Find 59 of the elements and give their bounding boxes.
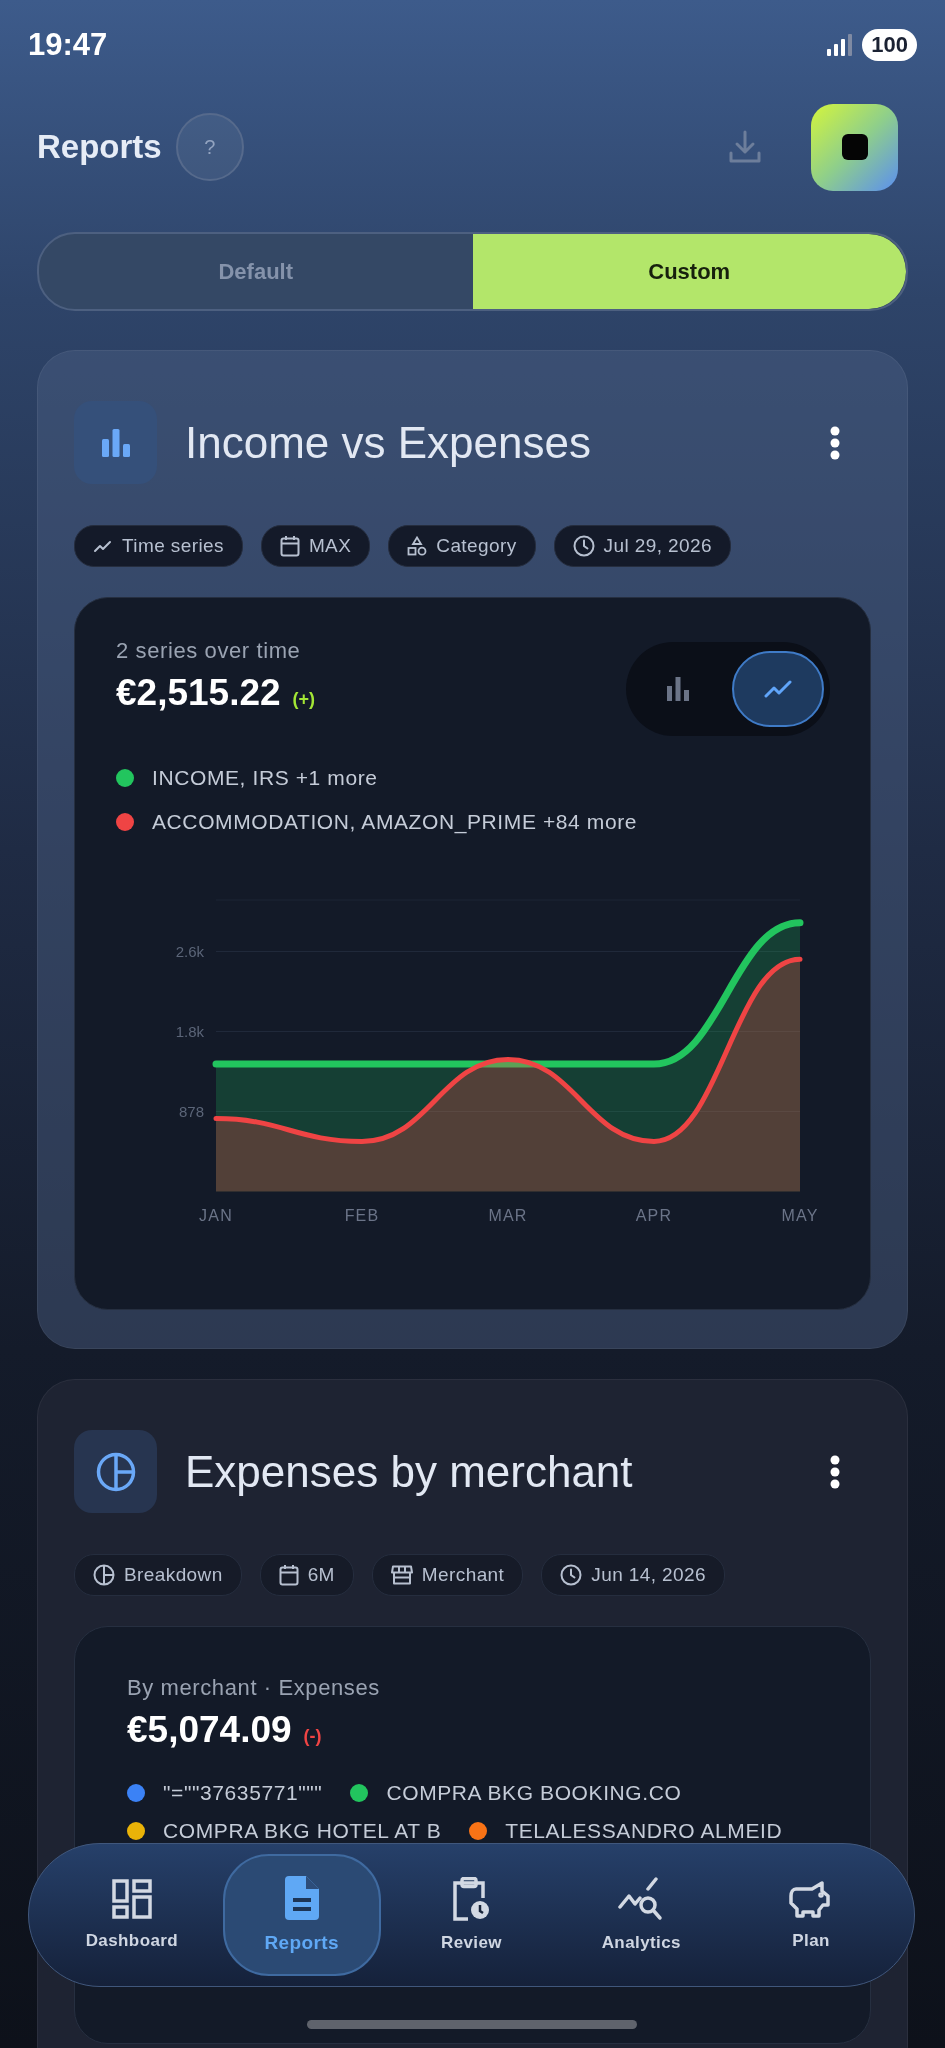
x-axis-label: MAR (488, 1207, 528, 1224)
y-axis-label: 2.6k (175, 942, 204, 960)
x-axis-label: MAY (781, 1207, 819, 1224)
filter-chip[interactable]: Merchant (371, 1554, 524, 1596)
panel-subtitle: 2 series over time (116, 638, 302, 664)
filter-chip[interactable]: 6M (259, 1554, 354, 1596)
legend-label: COMPRA BKG HOTEL AT B (163, 1819, 442, 1843)
line-chart-icon (764, 680, 792, 698)
dashboard-icon (111, 1879, 152, 1919)
bar-chart-icon (666, 677, 690, 701)
status-time: 19:47 (28, 27, 108, 63)
nav-tab[interactable]: Plan (732, 1854, 891, 1976)
battery-level: 100 (862, 29, 917, 61)
card-title: Income vs Expenses (185, 417, 592, 468)
x-axis-label: FEB (344, 1207, 380, 1224)
y-axis-label: 1.8k (175, 1022, 204, 1040)
panel-subtitle: By merchant · Expenses (127, 1675, 380, 1701)
x-axis-label: JAN (199, 1207, 233, 1224)
segment-tab[interactable]: Custom (472, 234, 906, 309)
app-icon[interactable] (811, 103, 898, 191)
filter-chip[interactable]: Time series (74, 525, 243, 567)
legend-label: COMPRA BKG BOOKING.CO (386, 1781, 682, 1805)
more-options-icon[interactable] (829, 1454, 841, 1489)
analytics-icon (618, 1877, 665, 1921)
document-icon (284, 1876, 319, 1920)
more-options-icon[interactable] (829, 425, 841, 460)
legend-label: "=""37635771""" (163, 1781, 323, 1805)
calendar-icon (278, 1564, 299, 1586)
clock-icon (560, 1564, 583, 1586)
change-indicator: (-) (303, 1726, 322, 1747)
store-icon (390, 1565, 413, 1585)
total-amount: €5,074.09 (127, 1709, 292, 1751)
filter-chip[interactable]: Breakdown (74, 1554, 242, 1596)
x-axis-label: APR (635, 1207, 673, 1224)
y-axis-label: 878 (178, 1102, 204, 1120)
total-amount: €2,515.22 (116, 672, 281, 714)
bar-chart-icon (100, 428, 131, 457)
filter-chip[interactable]: MAX (260, 525, 371, 567)
signal-icon (826, 33, 853, 57)
filter-chip[interactable]: Jul 29, 2026 (553, 525, 731, 567)
legend-label: TELALESSANDRO ALMEID (505, 1819, 783, 1843)
nav-tab[interactable]: Reports (222, 1854, 381, 1976)
filter-chip[interactable]: Category (388, 525, 536, 567)
legend-label: INCOME, IRS +1 more (152, 766, 378, 790)
filter-chip[interactable]: Jun 14, 2026 (541, 1554, 725, 1596)
legend-label: ACCOMMODATION, AMAZON_PRIME +84 more (152, 810, 638, 834)
shapes-icon (407, 536, 428, 556)
calendar-icon (279, 535, 300, 557)
pie-chart-icon (93, 1564, 115, 1586)
nav-tab[interactable]: Dashboard (52, 1854, 211, 1976)
pie-chart-icon (95, 1451, 136, 1492)
clipboard-clock-icon (451, 1877, 492, 1921)
nav-tab[interactable]: Review (392, 1854, 551, 1976)
line-chart-button[interactable] (732, 651, 824, 727)
change-indicator: (+) (292, 689, 316, 710)
clock-icon (572, 535, 595, 557)
page-title: Reports (37, 128, 162, 166)
card-title: Expenses by merchant (185, 1446, 634, 1497)
nav-tab[interactable]: Analytics (562, 1854, 721, 1976)
